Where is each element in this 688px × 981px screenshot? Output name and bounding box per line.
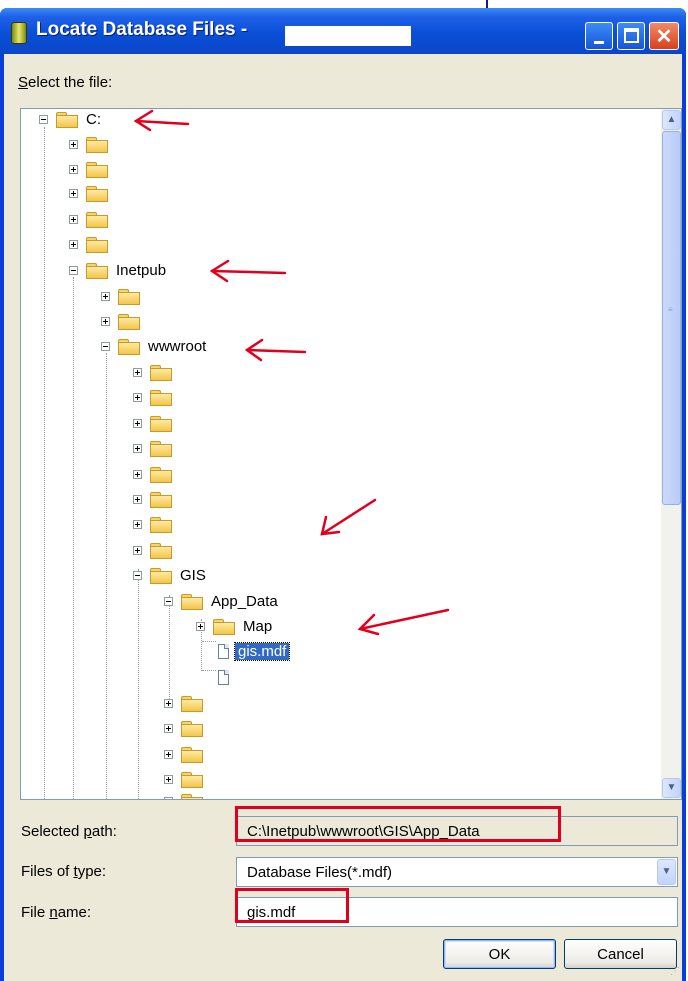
annotation-arrow-icon [133, 109, 190, 132]
annotation-arrow-icon [320, 498, 377, 536]
annotation-arrows [133, 109, 450, 636]
annotation-arrow-icon [244, 338, 307, 362]
annotation-arrow-icon [357, 608, 450, 636]
annotation-arrow-icon [209, 259, 287, 283]
